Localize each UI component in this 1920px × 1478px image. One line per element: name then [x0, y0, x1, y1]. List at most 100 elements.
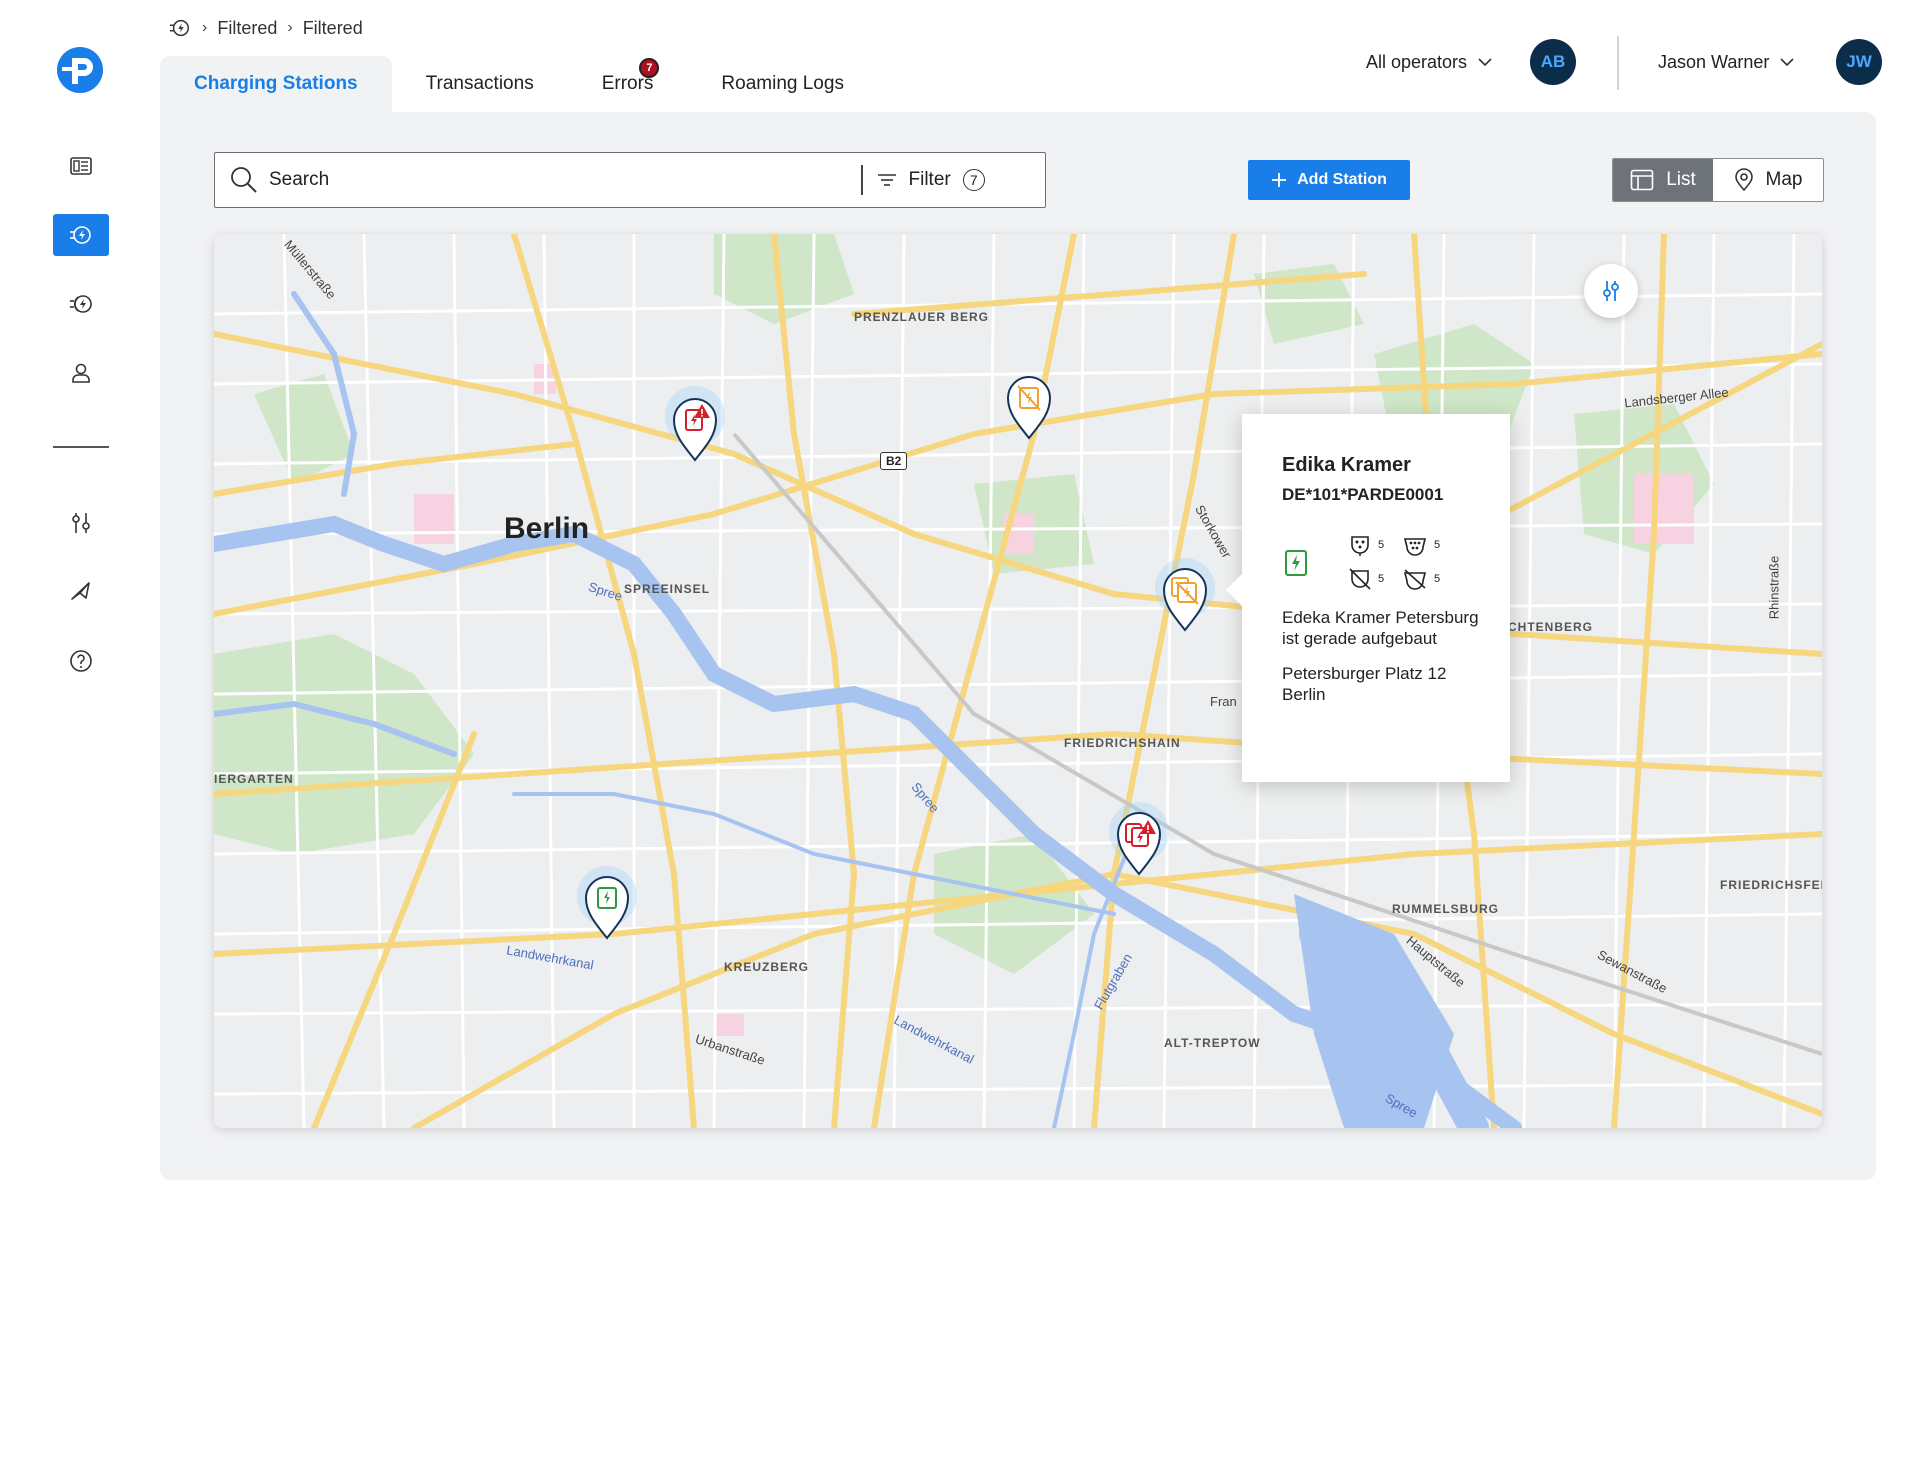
sidebar-item-send[interactable] [53, 570, 109, 612]
tab-roaming-logs[interactable]: Roaming Logs [687, 56, 878, 112]
connector-item: 5 [1402, 567, 1440, 591]
station-name: Edika Kramer [1282, 454, 1411, 476]
breadcrumb-item[interactable]: Filtered [303, 18, 363, 39]
operator-avatar[interactable]: AB [1530, 39, 1576, 85]
tab-charging-stations[interactable]: Charging Stations [160, 56, 392, 112]
user-icon [72, 363, 90, 383]
connector-count: 5 [1378, 573, 1385, 585]
sliders-icon [72, 513, 90, 533]
connector-item: 5 [1348, 533, 1384, 557]
tab-bar: Charging Stations Transactions Errors 7 … [160, 56, 878, 112]
user-avatar[interactable]: JW [1836, 39, 1882, 85]
plug-unavailable-icon [1349, 568, 1371, 590]
sidebar-item-help[interactable] [53, 640, 109, 682]
sidebar-item-dashboard[interactable] [53, 145, 109, 187]
road-shield: B2 [880, 452, 908, 470]
chevron-right-icon: › [202, 19, 208, 36]
tab-errors[interactable]: Errors 7 [568, 56, 688, 112]
sliders-icon [1603, 281, 1619, 301]
app-logo[interactable] [56, 46, 104, 94]
station-address: Petersburger Platz 12 Berlin [1282, 663, 1510, 705]
filter-button[interactable]: Filter 7 [877, 169, 985, 191]
charging-station-icon [1285, 550, 1307, 576]
sidebar-divider [53, 446, 109, 448]
tab-label: Roaming Logs [721, 73, 844, 94]
map-marker-unavailable-group[interactable] [1154, 556, 1216, 634]
view-toggle: List Map [1612, 158, 1824, 202]
operators-label: All operators [1366, 51, 1468, 72]
connector-item: 5 [1348, 567, 1384, 591]
chevron-down-icon [1478, 58, 1492, 67]
connector-count: 5 [1434, 573, 1441, 585]
charging-station-icon [70, 226, 91, 244]
breadcrumb: › Filtered › Filtered [168, 16, 363, 40]
map-label-district: FRIEDRICHSFEL [1720, 878, 1822, 892]
user-menu-dropdown[interactable]: Jason Warner [1658, 50, 1795, 74]
operators-dropdown[interactable]: All operators [1366, 50, 1493, 74]
ccs-plug-icon [1403, 538, 1427, 556]
sidebar-item-charging-stations[interactable] [53, 214, 109, 256]
filter-count-badge: 7 [962, 169, 985, 191]
map-label-district: ALT-TREPTOW [1164, 1036, 1261, 1050]
send-icon [71, 582, 90, 600]
map-layers-button[interactable] [1584, 264, 1638, 318]
address-line: Petersburger Platz 12 [1282, 664, 1447, 683]
map-marker-unavailable[interactable] [998, 364, 1060, 442]
add-station-label: Add Station [1297, 171, 1387, 188]
map-label-district: RUMMELSBURG [1392, 902, 1499, 916]
add-station-button[interactable]: Add Station [1248, 160, 1410, 200]
chevron-down-icon [1780, 58, 1794, 67]
search-input[interactable] [269, 169, 859, 191]
plus-icon [1272, 173, 1287, 187]
map-marker-available[interactable] [576, 864, 638, 942]
tab-transactions[interactable]: Transactions [392, 56, 568, 112]
map-label-street: Rhinstraße [1766, 555, 1782, 620]
location-pin-icon [1734, 168, 1753, 192]
breadcrumb-item[interactable]: Filtered [217, 18, 277, 39]
connector-count: 5 [1378, 539, 1385, 551]
map-label-district: FRIEDRICHSHAIN [1064, 736, 1181, 750]
map-view[interactable]: Berlin PRENZLAUER BERG SPREEINSEL FRIEDR… [214, 234, 1822, 1128]
connector-item: 5 [1402, 533, 1440, 557]
station-id: DE*101*PARDE0001 [1282, 485, 1444, 504]
search-icon [231, 167, 257, 193]
charging-station-icon[interactable] [168, 17, 192, 39]
map-marker-error-group[interactable] [1108, 800, 1170, 878]
sidebar-item-users[interactable] [53, 352, 109, 394]
map-label-district: PRENZLAUER BERG [854, 310, 990, 324]
user-name: Jason Warner [1658, 51, 1770, 72]
map-label-street: Fran [1210, 694, 1237, 709]
header-divider [1617, 36, 1619, 90]
chevron-right-icon: › [287, 19, 293, 36]
tab-label: Transactions [425, 73, 534, 94]
view-map-button[interactable]: Map [1713, 159, 1823, 201]
map-label-district: CHTENBERG [1508, 620, 1594, 634]
map-label-district: IERGARTEN [214, 772, 294, 786]
sidebar-item-settings[interactable] [53, 502, 109, 544]
address-line: Berlin [1282, 685, 1326, 704]
connector-count: 5 [1434, 539, 1441, 551]
sidebar [0, 0, 160, 1478]
sidebar-item-station-groups[interactable] [53, 283, 109, 325]
view-list-button[interactable]: List [1613, 159, 1713, 201]
charging-stations-group-icon [70, 295, 92, 313]
table-icon [1630, 169, 1654, 191]
view-list-label: List [1666, 169, 1696, 190]
filter-label: Filter [908, 169, 951, 190]
tab-label: Charging Stations [194, 73, 358, 94]
type2-plug-icon [1351, 536, 1369, 556]
map-label-city: Berlin [504, 512, 590, 545]
dashboard-icon [70, 157, 92, 175]
view-map-label: Map [1765, 169, 1803, 190]
connector-summary: 5 5 5 5 [1282, 523, 1510, 607]
filter-icon [877, 174, 896, 186]
help-icon [70, 650, 92, 672]
error-count-badge: 7 [639, 58, 660, 78]
search-divider [861, 165, 863, 195]
station-popup: Edika Kramer DE*101*PARDE0001 5 5 5 5 Ed… [1226, 414, 1510, 782]
station-description: Edeka Kramer Petersburg ist gerade aufge… [1282, 608, 1479, 648]
map-marker-error[interactable] [664, 386, 726, 464]
search-bar: Filter 7 [214, 152, 1046, 208]
plug-error-icon [1403, 569, 1427, 590]
map-label-district: SPREEINSEL [624, 582, 711, 596]
